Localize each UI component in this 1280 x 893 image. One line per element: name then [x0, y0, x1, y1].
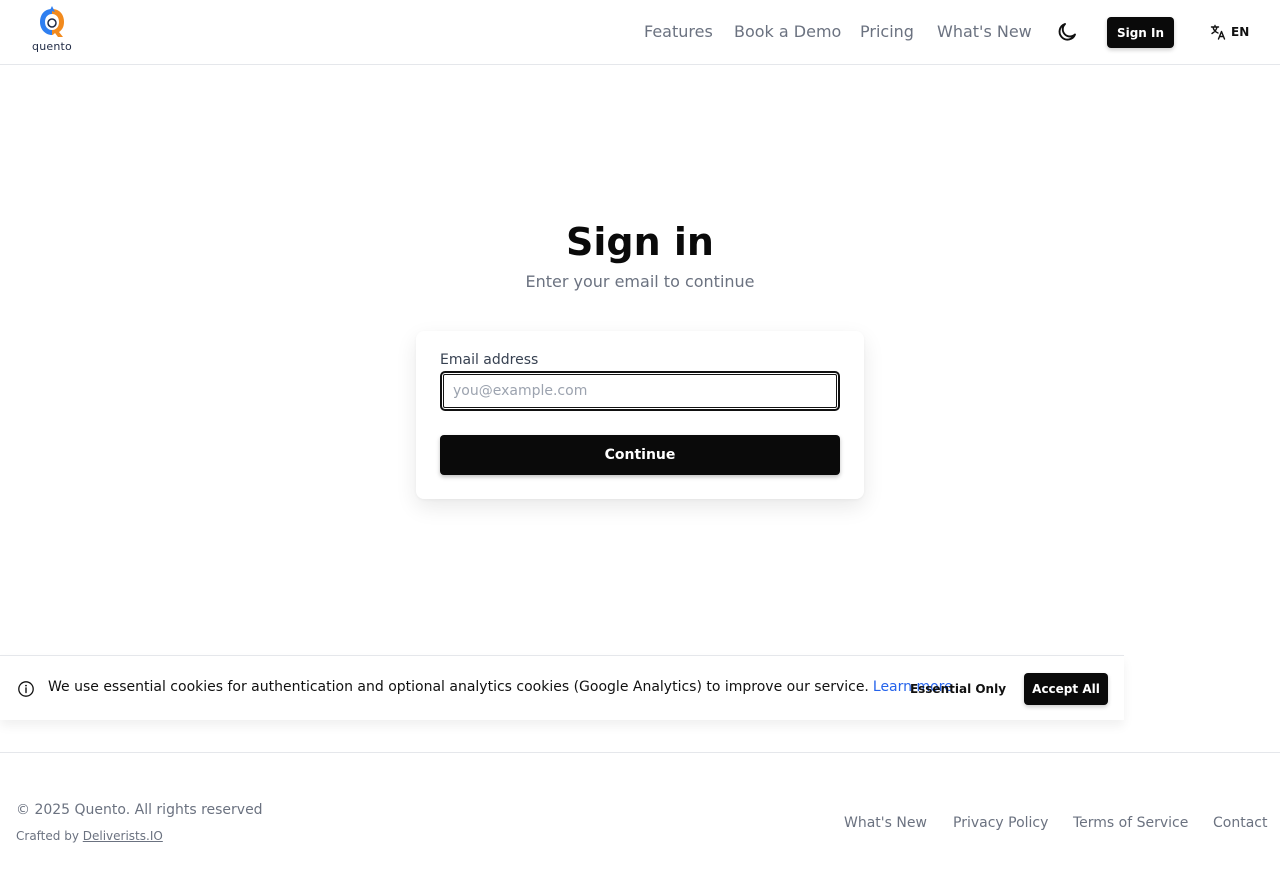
footer-link-privacy-policy[interactable]: Privacy Policy	[953, 815, 1048, 831]
email-label: Email address	[440, 352, 539, 368]
moon-icon[interactable]	[1055, 20, 1079, 44]
email-field[interactable]	[440, 371, 840, 411]
footer-link-whats-new[interactable]: What's New	[844, 815, 927, 831]
logo-text: quento	[32, 40, 72, 53]
continue-button[interactable]: Continue	[440, 435, 840, 475]
info-icon	[18, 681, 34, 697]
crafted-prefix: Crafted by	[16, 829, 79, 843]
nav-link-book-a-demo[interactable]: Book a Demo	[734, 20, 841, 44]
quento-logo-icon	[40, 6, 64, 37]
nav-link-features[interactable]: Features	[644, 20, 713, 44]
sign-in-card: Email address Continue	[416, 331, 864, 499]
quento-logo[interactable]: quento	[28, 6, 76, 56]
translate-icon	[1210, 24, 1226, 40]
essential-only-button[interactable]: Essential Only	[906, 673, 1010, 705]
crafted-by: Crafted by Deliverists.IO	[16, 829, 163, 843]
sign-in-button[interactable]: Sign In	[1107, 17, 1174, 48]
accept-all-button[interactable]: Accept All	[1024, 673, 1108, 705]
page-subtitle: Enter your email to continue	[525, 272, 755, 291]
cookie-banner: We use essential cookies for authenticat…	[0, 655, 1124, 720]
copyright-text: © 2025 Quento. All rights reserved	[16, 802, 263, 818]
nav-link-whats-new[interactable]: What's New	[937, 20, 1032, 44]
site-header: quento Features Book a Demo Pricing What…	[0, 0, 1280, 65]
footer-link-terms-of-service[interactable]: Terms of Service	[1073, 815, 1188, 831]
page-title: Sign in	[566, 220, 714, 264]
language-label: EN	[1231, 25, 1250, 39]
site-footer: © 2025 Quento. All rights reserved Craft…	[0, 752, 1280, 893]
language-selector[interactable]: EN	[1210, 22, 1249, 42]
footer-link-contact[interactable]: Contact	[1213, 815, 1267, 831]
cookie-message: We use essential cookies for authenticat…	[48, 679, 869, 695]
deliverists-link[interactable]: Deliverists.IO	[83, 829, 163, 843]
nav-link-pricing[interactable]: Pricing	[860, 20, 914, 44]
cookie-message-row: We use essential cookies for authenticat…	[48, 678, 953, 696]
